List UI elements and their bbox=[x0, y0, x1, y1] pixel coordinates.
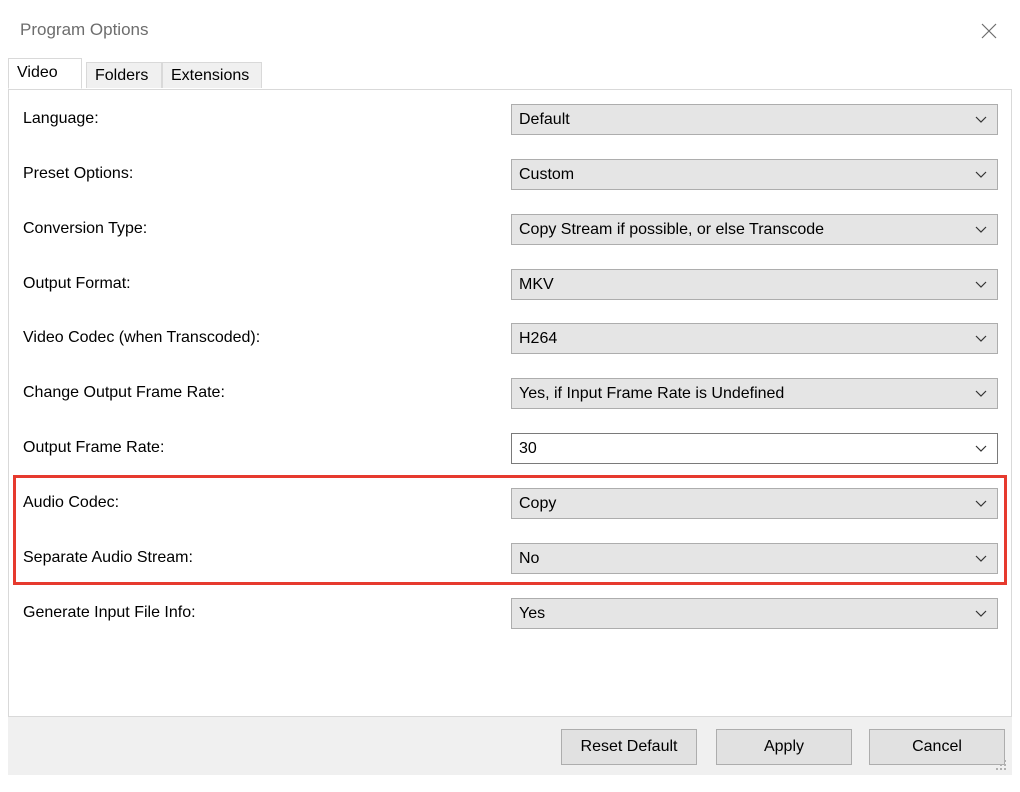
chevron-down-icon bbox=[975, 390, 987, 397]
chevron-down-icon bbox=[975, 281, 987, 288]
audio-codec-select[interactable]: Copy bbox=[511, 488, 998, 519]
output-frame-rate-value: 30 bbox=[519, 440, 537, 457]
chevron-down-icon bbox=[975, 445, 987, 452]
resize-grip-icon[interactable] bbox=[994, 758, 1008, 772]
apply-button[interactable]: Apply bbox=[716, 729, 852, 765]
title-bar: Program Options bbox=[0, 0, 1020, 58]
generate-input-file-info-select[interactable]: Yes bbox=[511, 598, 998, 629]
chevron-down-icon bbox=[975, 116, 987, 123]
button-bar bbox=[8, 717, 1012, 775]
separate-audio-stream-select[interactable]: No bbox=[511, 543, 998, 574]
tab-label: Folders bbox=[95, 67, 149, 84]
preset-options-select[interactable]: Custom bbox=[511, 159, 998, 190]
video-codec-select[interactable]: H264 bbox=[511, 323, 998, 354]
cancel-label: Cancel bbox=[912, 738, 962, 755]
language-value: Default bbox=[519, 111, 570, 128]
chevron-down-icon bbox=[975, 500, 987, 507]
reset-default-button[interactable]: Reset Default bbox=[561, 729, 697, 765]
output-format-value: MKV bbox=[519, 276, 554, 293]
tab-label: Extensions bbox=[171, 67, 250, 84]
tab-video[interactable]: Video bbox=[8, 58, 82, 89]
separate-audio-stream-label: Separate Audio Stream: bbox=[23, 549, 193, 566]
generate-input-file-info-label: Generate Input File Info: bbox=[23, 604, 196, 621]
chevron-down-icon bbox=[975, 226, 987, 233]
chevron-down-icon bbox=[975, 610, 987, 617]
change-frame-rate-select[interactable]: Yes, if Input Frame Rate is Undefined bbox=[511, 378, 998, 409]
output-frame-rate-combobox[interactable]: 30 bbox=[511, 433, 998, 464]
change-frame-rate-value: Yes, if Input Frame Rate is Undefined bbox=[519, 385, 785, 402]
close-button[interactable] bbox=[972, 14, 1006, 48]
separate-audio-stream-value: No bbox=[519, 550, 540, 567]
window-title: Program Options bbox=[20, 20, 149, 39]
chevron-down-icon bbox=[975, 335, 987, 342]
output-format-select[interactable]: MKV bbox=[511, 269, 998, 300]
preset-options-value: Custom bbox=[519, 166, 575, 183]
tab-folders[interactable]: Folders bbox=[86, 62, 162, 88]
change-frame-rate-label: Change Output Frame Rate: bbox=[23, 384, 225, 401]
language-label: Language: bbox=[23, 110, 99, 127]
conversion-type-value: Copy Stream if possible, or else Transco… bbox=[519, 221, 825, 238]
output-format-label: Output Format: bbox=[23, 275, 131, 292]
conversion-type-select[interactable]: Copy Stream if possible, or else Transco… bbox=[511, 214, 998, 245]
preset-options-label: Preset Options: bbox=[23, 165, 134, 182]
cancel-button[interactable]: Cancel bbox=[869, 729, 1005, 765]
close-icon bbox=[981, 23, 997, 39]
chevron-down-icon bbox=[975, 171, 987, 178]
tab-strip: Video Folders Extensions bbox=[8, 58, 1012, 90]
program-options-dialog: Program Options Video Folders Extensions… bbox=[0, 0, 1020, 792]
output-frame-rate-label: Output Frame Rate: bbox=[23, 439, 165, 456]
tab-label: Video bbox=[17, 64, 58, 81]
language-select[interactable]: Default bbox=[511, 104, 998, 135]
video-codec-value: H264 bbox=[519, 330, 558, 347]
conversion-type-label: Conversion Type: bbox=[23, 220, 148, 237]
audio-codec-label: Audio Codec: bbox=[23, 494, 120, 511]
audio-codec-value: Copy bbox=[519, 495, 557, 512]
video-codec-label: Video Codec (when Transcoded): bbox=[23, 329, 261, 346]
reset-default-label: Reset Default bbox=[580, 738, 678, 755]
generate-input-file-info-value: Yes bbox=[519, 605, 546, 622]
apply-label: Apply bbox=[763, 738, 805, 755]
chevron-down-icon bbox=[975, 555, 987, 562]
tab-extensions[interactable]: Extensions bbox=[162, 62, 262, 88]
